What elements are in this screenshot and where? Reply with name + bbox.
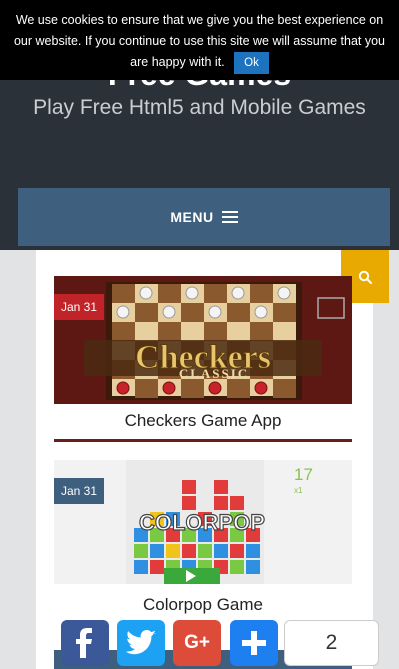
twitter-share-button[interactable] <box>117 620 165 666</box>
search-icon <box>358 270 372 284</box>
twitter-icon <box>126 630 156 655</box>
plus-icon <box>242 631 266 655</box>
colorpop-score: 17 <box>294 465 313 484</box>
post-title[interactable]: Checkers Game App <box>54 411 352 431</box>
menu-button[interactable]: MENU <box>18 188 390 246</box>
colorpop-multiplier: x1 <box>294 486 303 495</box>
post-thumbnail-checkers[interactable]: Checkers CLASSIC Jan 31 <box>54 276 352 404</box>
google-plus-share-button[interactable]: G+ <box>173 620 221 666</box>
post-date-badge: Jan 31 <box>54 478 105 504</box>
menu-label: MENU <box>170 209 214 225</box>
post-title[interactable]: Colorpop Game <box>54 595 352 615</box>
checkers-logo-subtext: CLASSIC <box>179 366 249 381</box>
more-share-button[interactable] <box>230 620 278 666</box>
colorpop-logo-text: COLORPOP <box>139 510 265 535</box>
facebook-icon <box>76 628 92 658</box>
google-plus-icon: G+ <box>184 632 210 653</box>
cookie-notice-text: We use cookies to ensure that we give yo… <box>13 13 386 69</box>
post-date-badge: Jan 31 <box>54 294 105 320</box>
share-count: 2 <box>284 620 379 666</box>
facebook-share-button[interactable] <box>61 620 109 666</box>
hamburger-icon <box>221 211 238 223</box>
post-thumbnail-colorpop[interactable]: 17 x1 COLORPOP Jan 31 <box>54 460 352 584</box>
cookie-ok-button[interactable]: Ok <box>234 52 269 74</box>
site-tagline: Play Free Html5 and Mobile Games <box>33 96 366 119</box>
post-divider <box>54 439 352 442</box>
cookie-notice: We use cookies to ensure that we give yo… <box>0 0 399 80</box>
